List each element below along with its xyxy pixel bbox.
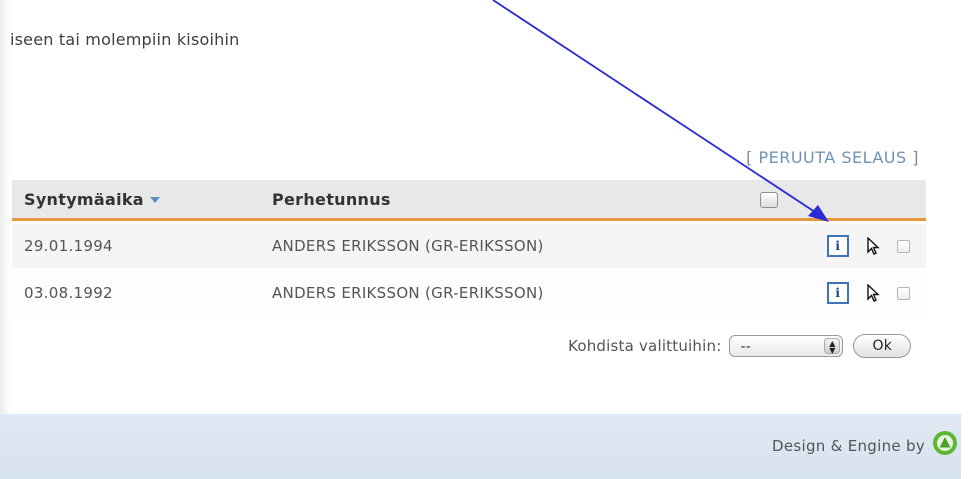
cell-actions: i: [748, 271, 926, 315]
select-all-checkbox[interactable]: [760, 192, 778, 208]
cell-birthdate: 03.08.1992: [12, 271, 272, 315]
column-header-family[interactable]: Perhetunnus: [272, 180, 748, 221]
logo-icon[interactable]: [932, 430, 958, 456]
assign-label: Kohdista valittuihin:: [568, 337, 722, 355]
cell-birthdate: 29.01.1994: [12, 224, 272, 268]
page: iseen tai molempiin kisoihin [ PERUUTA S…: [10, 0, 957, 479]
cell-actions: i: [748, 224, 926, 268]
assign-bar: Kohdista valittuihin: -- ▲ ▼ Ok: [568, 334, 911, 358]
info-icon[interactable]: i: [826, 282, 849, 304]
footer-credit: Design & Engine by: [772, 437, 925, 455]
column-header-family-label: Perhetunnus: [272, 189, 391, 209]
cell-family: ANDERS ERIKSSON (GR-ERIKSSON): [272, 224, 748, 268]
column-header-actions: [748, 180, 926, 221]
intro-text: iseen tai molempiin kisoihin: [10, 30, 240, 49]
results-table: Syntymäaika Perhetunnus 29.01.1994 ANDER…: [12, 180, 926, 315]
table-row[interactable]: 03.08.1992 ANDERS ERIKSSON (GR-ERIKSSON)…: [12, 271, 926, 315]
cursor-icon[interactable]: [866, 237, 880, 255]
row-checkbox[interactable]: [897, 286, 910, 300]
cell-family: ANDERS ERIKSSON (GR-ERIKSSON): [272, 271, 748, 315]
table-header: Syntymäaika Perhetunnus: [12, 180, 926, 221]
bracket-close: ]: [906, 148, 919, 167]
select-stepper-icon: ▲ ▼: [824, 338, 841, 355]
cancel-browse: [ PERUUTA SELAUS ]: [746, 148, 919, 167]
assign-select[interactable]: -- ▲ ▼: [729, 335, 844, 357]
page-edge-shadow: [0, 0, 10, 479]
header-row: Syntymäaika Perhetunnus: [12, 180, 926, 221]
sort-arrow-icon[interactable]: [149, 197, 160, 203]
cancel-browse-link[interactable]: PERUUTA SELAUS: [758, 148, 906, 167]
bracket-open: [: [746, 148, 759, 167]
column-header-birthdate-label: Syntymäaika: [24, 189, 144, 209]
ok-button[interactable]: Ok: [853, 334, 911, 358]
table-row[interactable]: 29.01.1994 ANDERS ERIKSSON (GR-ERIKSSON)…: [12, 224, 926, 268]
cursor-icon[interactable]: [866, 284, 880, 302]
table-body: 29.01.1994 ANDERS ERIKSSON (GR-ERIKSSON)…: [12, 219, 926, 315]
assign-select-value: --: [740, 339, 751, 355]
info-icon[interactable]: i: [826, 235, 849, 257]
column-header-birthdate[interactable]: Syntymäaika: [12, 180, 272, 221]
row-checkbox[interactable]: [897, 239, 910, 253]
